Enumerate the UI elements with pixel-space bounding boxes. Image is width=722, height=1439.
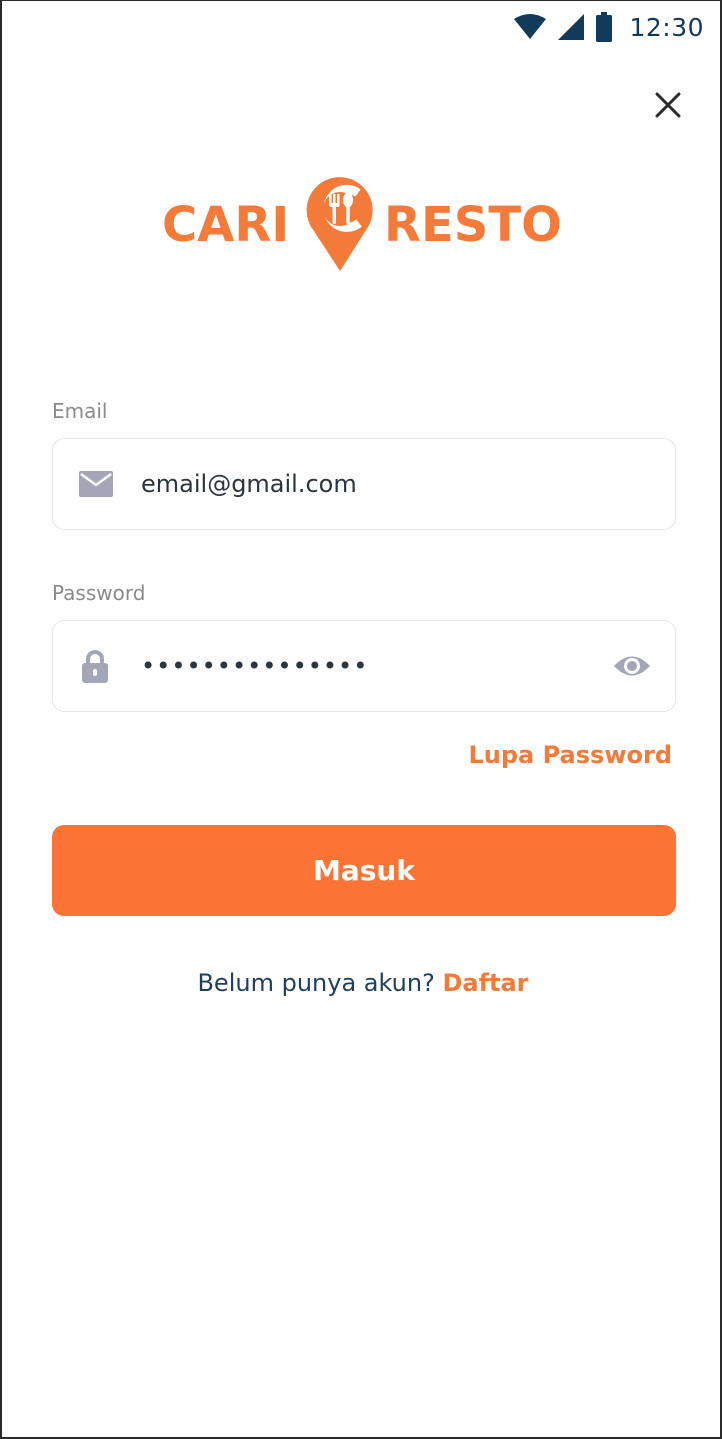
password-input[interactable] bbox=[141, 646, 621, 686]
email-field[interactable] bbox=[52, 438, 676, 530]
login-screen: 12:30 CARI RESTO Email email@gmail.com P… bbox=[0, 0, 722, 1439]
wifi-icon bbox=[513, 14, 547, 40]
email-label: Email bbox=[52, 399, 108, 423]
signup-question: Belum punya akun? bbox=[197, 969, 435, 997]
app-logo: CARI RESTO bbox=[162, 167, 572, 279]
status-bar: 12:30 bbox=[513, 9, 704, 45]
lock-icon bbox=[81, 649, 109, 683]
mail-icon bbox=[79, 471, 113, 497]
signup-link[interactable]: Daftar bbox=[442, 969, 528, 997]
forgot-password-link[interactable]: Lupa Password bbox=[469, 741, 673, 769]
close-icon bbox=[655, 92, 681, 122]
login-button[interactable]: Masuk bbox=[52, 825, 676, 916]
cell-signal-icon bbox=[557, 13, 585, 41]
close-button[interactable] bbox=[650, 89, 686, 125]
map-pin-icon bbox=[302, 167, 382, 279]
battery-icon bbox=[595, 12, 613, 42]
login-button-label: Masuk bbox=[313, 854, 415, 887]
eye-icon[interactable] bbox=[613, 653, 651, 679]
status-time: 12:30 bbox=[629, 12, 704, 42]
logo-word-resto: RESTO bbox=[384, 197, 562, 253]
password-field[interactable] bbox=[52, 620, 676, 712]
logo-word-cari: CARI bbox=[162, 197, 290, 253]
password-label: Password bbox=[52, 581, 146, 605]
email-input[interactable] bbox=[141, 464, 621, 504]
signup-prompt: Belum punya akun? Daftar bbox=[2, 969, 722, 997]
